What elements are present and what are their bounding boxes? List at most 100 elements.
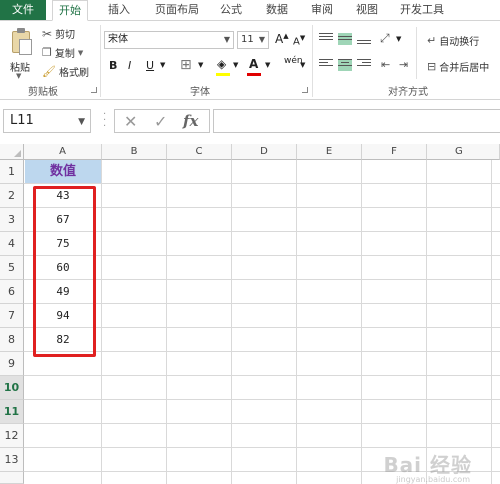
orientation-icon[interactable]: ⤢: [380, 31, 390, 46]
wrap-text-button[interactable]: ↵ 自动换行: [427, 33, 479, 48]
tab-insert[interactable]: 插入: [108, 0, 130, 20]
row-header-5[interactable]: 5: [0, 256, 24, 280]
tab-view[interactable]: 视图: [356, 0, 378, 20]
cancel-icon[interactable]: ✕: [124, 112, 137, 131]
format-painter-label: 格式刷: [58, 68, 89, 79]
name-box[interactable]: L11 ▼: [3, 109, 91, 133]
row-header-6[interactable]: 6: [0, 280, 24, 304]
chevron-down-icon: ▼: [77, 48, 84, 57]
row-header-8[interactable]: 8: [0, 328, 24, 352]
gridline: [231, 160, 232, 484]
tab-review[interactable]: 审阅: [311, 0, 333, 20]
row-header-3[interactable]: 3: [0, 208, 24, 232]
paste-button[interactable]: 粘贴 ▼: [6, 25, 34, 80]
clipboard-group-label: 剪贴板: [28, 87, 58, 98]
gridline: [101, 160, 102, 484]
column-header-f[interactable]: F: [362, 144, 427, 160]
shrink-font-icon: A: [293, 36, 300, 48]
gridline: [361, 160, 362, 484]
font-name-value: 宋体: [108, 34, 128, 45]
gridline: [24, 375, 500, 376]
chevron-down-icon: ▼: [223, 35, 230, 44]
fill-color-swatch: [216, 73, 230, 76]
decrease-indent-icon[interactable]: ⇤: [381, 58, 390, 71]
shrink-font-button[interactable]: A▼: [293, 34, 305, 47]
row-header-14[interactable]: [0, 472, 24, 484]
format-painter-button[interactable]: 🖌 格式刷: [42, 64, 89, 79]
brush-icon: 🖌: [42, 65, 56, 78]
gridline: [24, 447, 500, 448]
insert-function-icon[interactable]: fx: [183, 112, 198, 130]
highlight-box: [33, 186, 96, 357]
row-header-13[interactable]: 13: [0, 448, 24, 472]
tab-page-layout[interactable]: 页面布局: [155, 0, 199, 20]
gridline: [296, 160, 297, 484]
chevron-down-icon[interactable]: ▼: [198, 61, 203, 69]
align-middle-icon[interactable]: [338, 33, 352, 45]
select-all-button[interactable]: [0, 144, 24, 160]
row-header-9[interactable]: 9: [0, 352, 24, 376]
border-icon[interactable]: ⊞: [180, 57, 192, 73]
align-top-icon[interactable]: [319, 33, 333, 45]
merge-center-button[interactable]: ⊟ 合并后居中: [427, 59, 489, 74]
fill-color-icon[interactable]: ◈: [217, 57, 226, 71]
grow-font-button[interactable]: A▲: [275, 32, 289, 46]
gridline: [166, 160, 167, 484]
row-header-11[interactable]: 11: [0, 400, 24, 424]
chevron-down-icon[interactable]: ▼: [265, 61, 270, 69]
align-right-icon[interactable]: [357, 59, 371, 71]
chevron-down-icon[interactable]: ▼: [160, 61, 165, 69]
row-header-12[interactable]: 12: [0, 424, 24, 448]
row-header-4[interactable]: 4: [0, 232, 24, 256]
row-header-2[interactable]: 2: [0, 184, 24, 208]
row-header-7[interactable]: 7: [0, 304, 24, 328]
chevron-down-icon[interactable]: ▼: [396, 35, 401, 43]
increase-indent-icon[interactable]: ⇥: [399, 58, 408, 71]
watermark-url: jingyan.baidu.com: [396, 475, 470, 484]
tab-data[interactable]: 数据: [266, 0, 288, 20]
grip-icon[interactable]: · · ·: [103, 110, 106, 132]
name-box-value: L11: [10, 113, 34, 128]
grow-font-icon: A: [275, 32, 284, 46]
merge-icon: ⊟: [427, 60, 437, 73]
align-center-icon[interactable]: [338, 59, 352, 71]
chevron-down-icon[interactable]: ▼: [233, 61, 238, 69]
chevron-down-icon[interactable]: ▼: [300, 61, 305, 69]
divider: [416, 27, 417, 79]
font-size-select[interactable]: 11 ▼: [237, 31, 269, 49]
column-header-d[interactable]: D: [232, 144, 297, 160]
gridline: [24, 423, 500, 424]
enter-icon[interactable]: ✓: [154, 112, 167, 131]
tab-formulas[interactable]: 公式: [220, 0, 242, 20]
bold-button[interactable]: B: [109, 59, 117, 72]
column-header-e[interactable]: E: [297, 144, 362, 160]
underline-button[interactable]: U: [146, 59, 154, 72]
row-header-10[interactable]: 10: [0, 376, 24, 400]
copy-button[interactable]: ❐ 复制 ▼: [42, 45, 83, 60]
formula-input[interactable]: [213, 109, 500, 133]
tab-developer[interactable]: 开发工具: [400, 0, 444, 20]
tab-home[interactable]: 开始: [52, 0, 88, 21]
italic-button[interactable]: I: [128, 59, 131, 72]
cut-button[interactable]: ✂ 剪切: [42, 26, 76, 42]
tab-file[interactable]: 文件: [0, 0, 46, 20]
chevron-down-icon: ▼: [16, 72, 22, 80]
cell-a1-header[interactable]: 数值: [25, 160, 101, 183]
font-color-button[interactable]: A: [249, 57, 258, 71]
cut-label: 剪切: [55, 30, 76, 41]
gridline: [491, 160, 492, 484]
font-launcher-icon[interactable]: [302, 87, 308, 93]
column-header-a[interactable]: A: [24, 144, 102, 160]
column-header-b[interactable]: B: [102, 144, 167, 160]
column-header-c[interactable]: C: [167, 144, 232, 160]
ribbon: 粘贴 ▼ ✂ 剪切 ❐ 复制 ▼ 🖌 格式刷 剪贴板 宋体 ▼ 11 ▼ A▲ …: [0, 20, 500, 100]
group-divider: [100, 25, 101, 97]
align-bottom-icon[interactable]: [357, 33, 371, 45]
row-header-1[interactable]: 1: [0, 160, 24, 184]
merge-center-label: 合并后居中: [439, 63, 490, 74]
gridline: [426, 160, 427, 484]
align-left-icon[interactable]: [319, 59, 333, 71]
column-header-g[interactable]: G: [427, 144, 500, 160]
clipboard-launcher-icon[interactable]: [91, 87, 97, 93]
font-name-select[interactable]: 宋体 ▼: [104, 31, 234, 49]
